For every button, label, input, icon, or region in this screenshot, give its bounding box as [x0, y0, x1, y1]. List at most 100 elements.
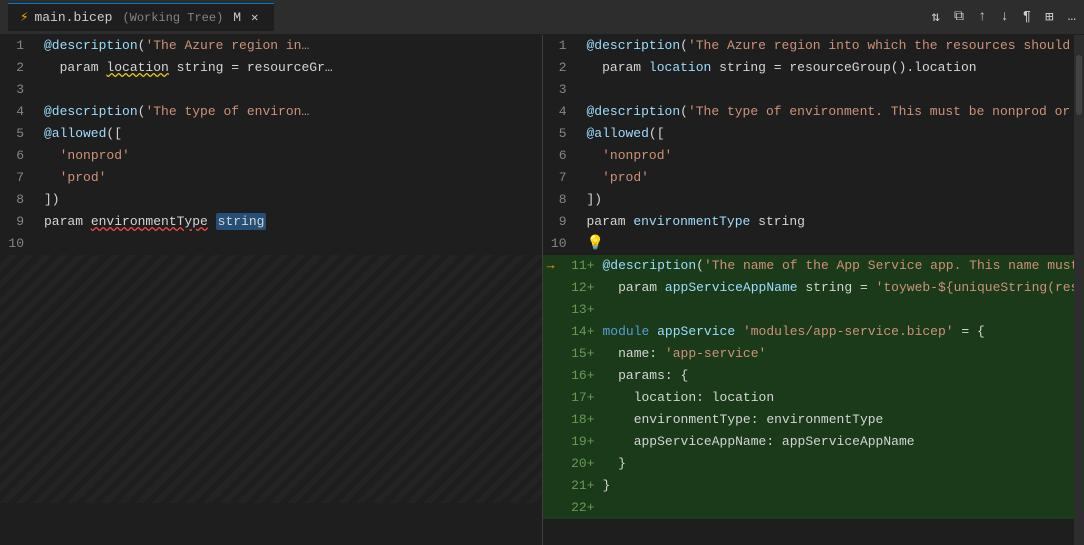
- right-line-content-21: }: [599, 475, 1084, 497]
- diff-arrow: →: [543, 255, 559, 277]
- right-line-content-17: location: location: [599, 387, 1084, 409]
- right-line-num-17: 17+: [559, 387, 599, 409]
- token: [44, 170, 60, 185]
- right-line-17: 17+ location: location: [543, 387, 1084, 409]
- token: 'app-service': [665, 346, 766, 361]
- right-line-num-19: 19+: [559, 431, 599, 453]
- line-num-10: 10: [0, 233, 40, 255]
- right-line-5: 5 @allowed([: [543, 123, 1084, 145]
- scrollbar[interactable]: [1074, 35, 1084, 545]
- token: params: {: [603, 368, 689, 383]
- token: (: [680, 104, 688, 119]
- tab-modified-badge: M: [233, 10, 241, 25]
- token: location: location: [603, 390, 775, 405]
- line-1: 1 @description('The Azure region in…: [0, 35, 542, 57]
- token: = {: [954, 324, 985, 339]
- line-content-8: ]): [40, 189, 542, 211]
- right-line-num-11: 11+: [559, 255, 599, 277]
- right-line-num-9: 9: [543, 211, 583, 233]
- scrollbar-thumb: [1076, 55, 1082, 115]
- right-line-content-4: @description('The type of environment. T…: [583, 101, 1084, 123]
- token: ([: [106, 126, 122, 141]
- token: appService: [657, 324, 735, 339]
- copy-icon[interactable]: ⧉: [954, 9, 964, 25]
- right-line-num-4: 4: [543, 101, 583, 123]
- right-line-num-5: 5: [543, 123, 583, 145]
- token: 'prod': [60, 170, 107, 185]
- token: [587, 148, 603, 163]
- line-num-6: 6: [0, 145, 40, 167]
- diff-spacer: [543, 299, 559, 321]
- lightbulb-icon[interactable]: 💡: [587, 236, 604, 252]
- right-line-num-14: 14+: [559, 321, 599, 343]
- left-code-area: 1 @description('The Azure region in… 2 p…: [0, 35, 542, 545]
- diff-spacer: [543, 321, 559, 343]
- line-num-7: 7: [0, 167, 40, 189]
- token: location: [649, 60, 711, 75]
- right-line-content-8: ]): [583, 189, 1084, 211]
- token: 'The name of the App Service app. This n…: [704, 258, 1084, 273]
- token: 'modules/app-service.bicep': [743, 324, 954, 339]
- line-content-7: 'prod': [40, 167, 542, 189]
- right-line-num-20: 20+: [559, 453, 599, 475]
- token: @allowed: [44, 126, 106, 141]
- right-line-num-1: 1: [543, 35, 583, 57]
- right-line-content-1: @description('The Azure region into whic…: [583, 35, 1084, 57]
- right-line-num-7: 7: [543, 167, 583, 189]
- right-line-4: 4 @description('The type of environment.…: [543, 101, 1084, 123]
- right-line-18: 18+ environmentType: environmentType: [543, 409, 1084, 431]
- line-6: 6 'nonprod': [0, 145, 542, 167]
- right-line-11: → 11+ @description('The name of the App …: [543, 255, 1084, 277]
- more-icon[interactable]: …: [1068, 9, 1076, 25]
- right-line-num-10: 10: [543, 233, 583, 255]
- tab-filename: main.bicep: [34, 10, 112, 25]
- right-line-content-6: 'nonprod': [583, 145, 1084, 167]
- diff-spacer: [543, 497, 559, 519]
- right-line-content-20: }: [599, 453, 1084, 475]
- right-line-content-7: 'prod': [583, 167, 1084, 189]
- token-selected: string: [216, 213, 267, 230]
- line-num-2: 2: [0, 57, 40, 79]
- right-line-content-14: module appService 'modules/app-service.b…: [599, 321, 1084, 343]
- diff-spacer: [543, 387, 559, 409]
- line-2: 2 param location string = resourceGr…: [0, 57, 542, 79]
- right-line-content-18: environmentType: environmentType: [599, 409, 1084, 431]
- token: @description: [44, 104, 138, 119]
- line-content-6: 'nonprod': [40, 145, 542, 167]
- down-icon[interactable]: ↓: [1000, 9, 1008, 25]
- right-line-num-6: 6: [543, 145, 583, 167]
- token: }: [603, 456, 626, 471]
- line-8: 8 ]): [0, 189, 542, 211]
- up-icon[interactable]: ↑: [978, 9, 986, 25]
- right-line-num-16: 16+: [559, 365, 599, 387]
- token: 'The Azure region into which the resourc…: [688, 38, 1084, 53]
- right-line-14: 14+ module appService 'modules/app-servi…: [543, 321, 1084, 343]
- right-line-21: 21+ }: [543, 475, 1084, 497]
- line-content-2: param location string = resourceGr…: [40, 57, 542, 79]
- file-icon: ⚡: [20, 9, 28, 26]
- right-line-num-3: 3: [543, 79, 583, 101]
- token: location: [106, 60, 168, 75]
- tab-close-button[interactable]: ✕: [247, 8, 262, 27]
- right-line-num-21: 21+: [559, 475, 599, 497]
- token: param: [587, 60, 649, 75]
- line-10: 10: [0, 233, 542, 255]
- line-num-3: 3: [0, 79, 40, 101]
- para-icon[interactable]: ¶: [1023, 9, 1031, 25]
- split-icon[interactable]: ⊞: [1045, 9, 1053, 26]
- tab-bar: ⚡ main.bicep (Working Tree) M ✕: [8, 3, 274, 31]
- compare-icon[interactable]: ⇅: [932, 9, 940, 26]
- left-editor-pane: 1 @description('The Azure region in… 2 p…: [0, 35, 543, 545]
- token: string =: [798, 280, 876, 295]
- token: ([: [649, 126, 665, 141]
- tab-main-bicep[interactable]: ⚡ main.bicep (Working Tree) M ✕: [8, 3, 274, 31]
- line-content-5: @allowed([: [40, 123, 542, 145]
- token: module: [603, 324, 650, 339]
- token: appServiceAppName: appServiceAppName: [603, 434, 915, 449]
- right-line-6: 6 'nonprod': [543, 145, 1084, 167]
- line-3: 3: [0, 79, 542, 101]
- line-9: 9 param environmentType string: [0, 211, 542, 233]
- right-line-num-13: 13+: [559, 299, 599, 321]
- token: 'prod': [602, 170, 649, 185]
- token: [208, 214, 216, 229]
